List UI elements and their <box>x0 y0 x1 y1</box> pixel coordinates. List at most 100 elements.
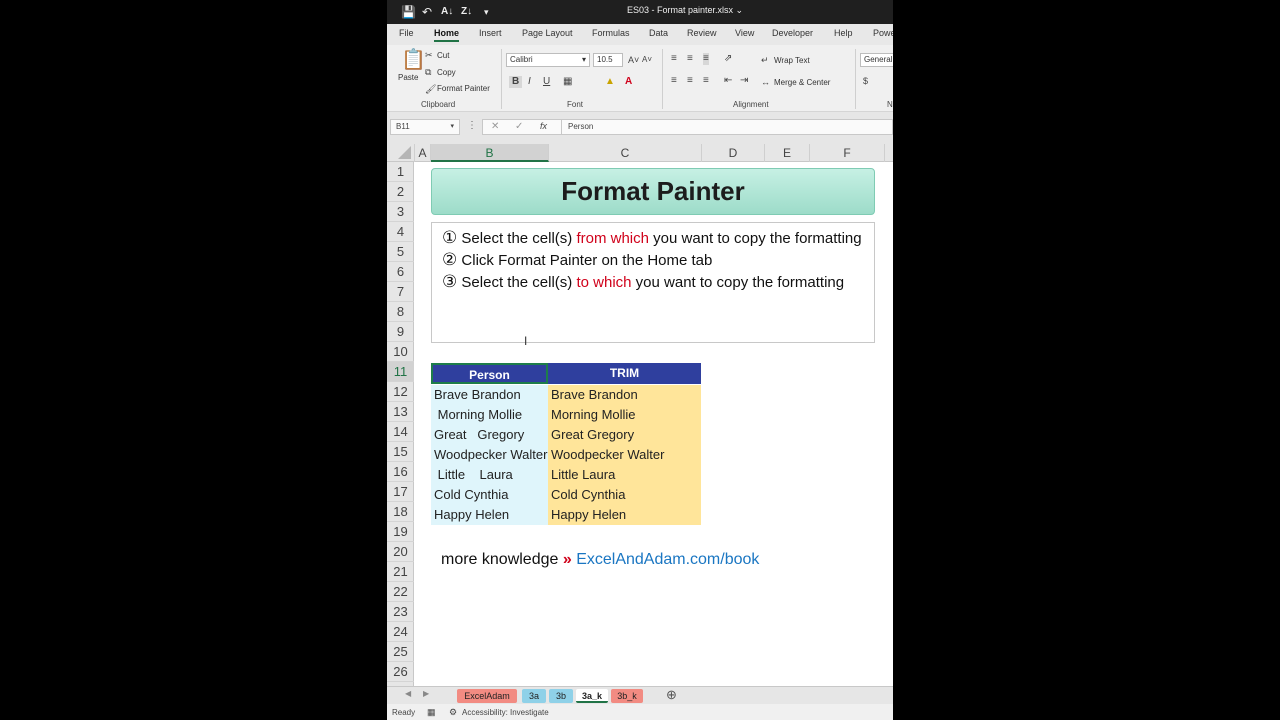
font-size-select[interactable]: 10.5 <box>593 53 623 67</box>
row-header-10[interactable]: 10 <box>387 342 414 362</box>
font-color-icon[interactable]: A <box>625 76 632 88</box>
orientation-icon[interactable]: ⇗ <box>724 53 732 65</box>
number-format-select[interactable]: General <box>860 53 893 67</box>
decrease-font-icon[interactable]: A˅ <box>642 54 652 66</box>
copy-icon[interactable]: ⧉ <box>425 66 431 78</box>
row-header-22[interactable]: 22 <box>387 582 414 602</box>
row-header-1[interactable]: 1 <box>387 162 414 182</box>
row-header-3[interactable]: 3 <box>387 202 414 222</box>
tab-review[interactable]: Review <box>687 28 717 38</box>
align-middle-icon[interactable]: ≡ <box>687 53 693 65</box>
row-header-19[interactable]: 19 <box>387 522 414 542</box>
undo-icon[interactable]: ↶ <box>422 4 432 20</box>
tab-data[interactable]: Data <box>649 28 668 38</box>
sheet-tab-3a[interactable]: 3a <box>522 689 546 703</box>
select-all-button[interactable] <box>387 144 415 162</box>
row-header-2[interactable]: 2 <box>387 182 414 202</box>
row-header-23[interactable]: 23 <box>387 602 414 622</box>
currency-icon[interactable]: $ <box>863 75 868 87</box>
row-header-9[interactable]: 9 <box>387 322 414 342</box>
font-name-select[interactable]: Calibri ▾ <box>506 53 590 67</box>
save-icon[interactable]: 💾 <box>401 4 416 20</box>
header-cell-trim[interactable]: TRIM <box>548 363 701 384</box>
fill-color-icon[interactable]: ▲ <box>605 76 615 88</box>
scroll-left-icon[interactable]: ◀ <box>405 689 411 698</box>
wrap-text-icon[interactable]: ↵ <box>761 54 769 66</box>
sort-desc-icon[interactable]: Z↓ <box>461 4 472 20</box>
row-header-18[interactable]: 18 <box>387 502 414 522</box>
tab-power[interactable]: Powe <box>873 28 893 38</box>
align-center-icon[interactable]: ≡ <box>687 75 693 87</box>
trim-cell[interactable]: Happy Helen <box>548 505 701 525</box>
row-header-7[interactable]: 7 <box>387 282 414 302</box>
worksheet-grid[interactable]: Format Painter ① Select the cell(s) from… <box>415 162 893 686</box>
increase-indent-icon[interactable]: ⇥ <box>740 75 748 87</box>
merge-center-icon[interactable]: ↔ <box>761 76 770 88</box>
accessibility-icon[interactable]: ⚙ <box>449 707 457 718</box>
format-painter-icon[interactable]: 🖌 <box>425 83 436 95</box>
sheet-tab-exceladam[interactable]: ExcelAdam <box>457 689 517 703</box>
trim-cell[interactable]: Woodpecker Walter <box>548 445 701 465</box>
column-header-f[interactable]: F <box>810 144 885 162</box>
insert-function-icon[interactable]: fx <box>540 121 547 131</box>
person-cell[interactable]: Brave Brandon <box>431 385 548 405</box>
person-cell[interactable]: Morning Mollie <box>431 405 548 425</box>
person-cell[interactable]: Happy Helen <box>431 505 548 525</box>
paste-icon[interactable]: 📋 <box>401 49 426 71</box>
tab-formulas[interactable]: Formulas <box>592 28 630 38</box>
row-header-11[interactable]: 11 <box>387 362 414 382</box>
column-header-d[interactable]: D <box>702 144 765 162</box>
column-header-e[interactable]: E <box>765 144 810 162</box>
trim-cell[interactable]: Little Laura <box>548 465 701 485</box>
scroll-right-icon[interactable]: ▶ <box>423 689 429 698</box>
increase-font-icon[interactable]: A˅ <box>628 54 639 66</box>
tab-developer[interactable]: Developer <box>772 28 813 38</box>
macro-record-icon[interactable]: ▦ <box>427 707 436 718</box>
customize-icon[interactable]: ▾ <box>484 4 489 20</box>
trim-cell[interactable]: Great Gregory <box>548 425 701 445</box>
trim-cell[interactable]: Brave Brandon <box>548 385 701 405</box>
align-bottom-icon[interactable]: ≡ <box>703 53 709 65</box>
paste-button[interactable]: Paste <box>398 73 418 82</box>
tab-help[interactable]: Help <box>834 28 853 38</box>
row-header-21[interactable]: 21 <box>387 562 414 582</box>
italic-button[interactable]: I <box>528 76 531 88</box>
row-header-20[interactable]: 20 <box>387 542 414 562</box>
person-cell[interactable]: Little Laura <box>431 465 548 485</box>
cut-icon[interactable]: ✂ <box>425 49 433 61</box>
cut-button[interactable]: Cut <box>437 51 449 60</box>
merge-center-button[interactable]: Merge & Center <box>774 78 830 87</box>
formula-input[interactable]: Person <box>561 119 893 135</box>
align-left-icon[interactable]: ≡ <box>671 75 677 87</box>
tab-home[interactable]: Home <box>434 28 460 42</box>
person-cell[interactable]: Cold Cynthia <box>431 485 548 505</box>
trim-cell[interactable]: Morning Mollie <box>548 405 701 425</box>
document-title[interactable]: ES03 - Format painter.xlsx ⌄ <box>627 5 743 16</box>
column-header-c[interactable]: C <box>549 144 702 162</box>
add-sheet-icon[interactable]: ⊕ <box>666 687 677 703</box>
column-header-a[interactable]: A <box>415 144 431 162</box>
tab-insert[interactable]: Insert <box>479 28 502 38</box>
underline-button[interactable]: U <box>543 76 550 88</box>
row-header-25[interactable]: 25 <box>387 642 414 662</box>
sheet-tab-3b-k[interactable]: 3b_k <box>611 689 643 703</box>
row-header-5[interactable]: 5 <box>387 242 414 262</box>
sheet-tab-3a-k[interactable]: 3a_k <box>576 689 608 703</box>
copy-button[interactable]: Copy <box>437 68 456 77</box>
row-header-12[interactable]: 12 <box>387 382 414 402</box>
row-header-16[interactable]: 16 <box>387 462 414 482</box>
tab-file[interactable]: File <box>399 28 414 38</box>
bold-button[interactable]: B <box>509 76 523 88</box>
header-cell-person[interactable]: Person <box>431 363 548 384</box>
enter-icon[interactable]: ✓ <box>515 121 523 132</box>
align-top-icon[interactable]: ≡ <box>671 53 677 65</box>
row-header-15[interactable]: 15 <box>387 442 414 462</box>
align-right-icon[interactable]: ≡ <box>703 75 709 87</box>
title-banner[interactable]: Format Painter <box>431 168 875 215</box>
borders-icon[interactable]: ▦ <box>563 76 572 88</box>
row-header-6[interactable]: 6 <box>387 262 414 282</box>
book-link[interactable]: ExcelAndAdam.com/book <box>572 551 759 568</box>
name-box[interactable]: B11 ▾ <box>390 119 460 135</box>
row-header-4[interactable]: 4 <box>387 222 414 242</box>
decrease-indent-icon[interactable]: ⇤ <box>724 75 732 87</box>
